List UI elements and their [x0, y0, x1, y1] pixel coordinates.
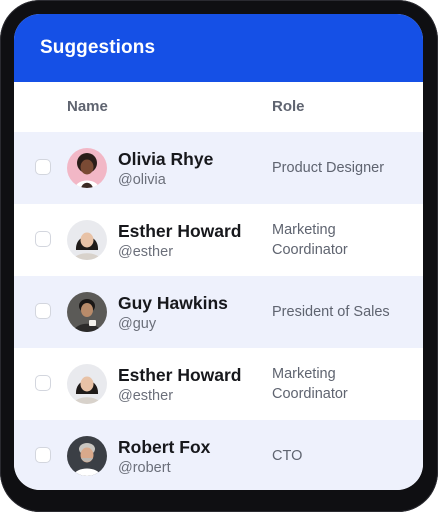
row-name: Esther Howard [118, 365, 242, 385]
panel-header: Suggestions [14, 14, 423, 82]
panel-title: Suggestions [40, 37, 156, 58]
table-row[interactable]: Guy Hawkins @guy President of Sales [14, 276, 423, 348]
row-handle: @esther [118, 388, 174, 404]
row-role: CTO [272, 448, 303, 464]
suggestions-panel: Suggestions Name Role Olivia Rhye @olivi… [14, 14, 423, 490]
row-checkbox[interactable] [35, 375, 51, 391]
row-role: Product Designer [272, 160, 385, 176]
avatar [67, 148, 107, 188]
row-handle: @olivia [118, 172, 166, 188]
row-handle: @robert [118, 460, 171, 476]
row-name: Olivia Rhye [118, 149, 214, 169]
table-row[interactable]: Robert Fox @robert CTO [14, 420, 423, 490]
column-header-name: Name [67, 98, 108, 115]
row-name: Robert Fox [118, 437, 211, 457]
row-checkbox[interactable] [35, 231, 51, 247]
column-header-role: Role [272, 98, 305, 115]
row-role: Marketing Coordinator [272, 366, 348, 402]
row-name: Guy Hawkins [118, 293, 228, 313]
avatar [67, 436, 107, 476]
row-checkbox[interactable] [35, 303, 51, 319]
table-row[interactable]: Esther Howard @esther Marketing Coordina… [14, 204, 423, 276]
row-role: Marketing Coordinator [272, 222, 348, 258]
avatar [67, 292, 107, 332]
table-row[interactable]: Esther Howard @esther Marketing Coordina… [14, 348, 423, 420]
row-handle: @esther [118, 244, 174, 260]
device-frame: Suggestions Name Role Olivia Rhye @olivi… [0, 0, 438, 512]
table-header: Name Role [14, 82, 423, 132]
row-handle: @guy [118, 316, 157, 332]
row-name: Esther Howard [118, 221, 242, 241]
row-checkbox[interactable] [35, 447, 51, 463]
table-row[interactable]: Olivia Rhye @olivia Product Designer [14, 132, 423, 204]
row-role: President of Sales [272, 304, 390, 320]
avatar [67, 220, 107, 260]
row-checkbox[interactable] [35, 159, 51, 175]
avatar [67, 364, 107, 404]
